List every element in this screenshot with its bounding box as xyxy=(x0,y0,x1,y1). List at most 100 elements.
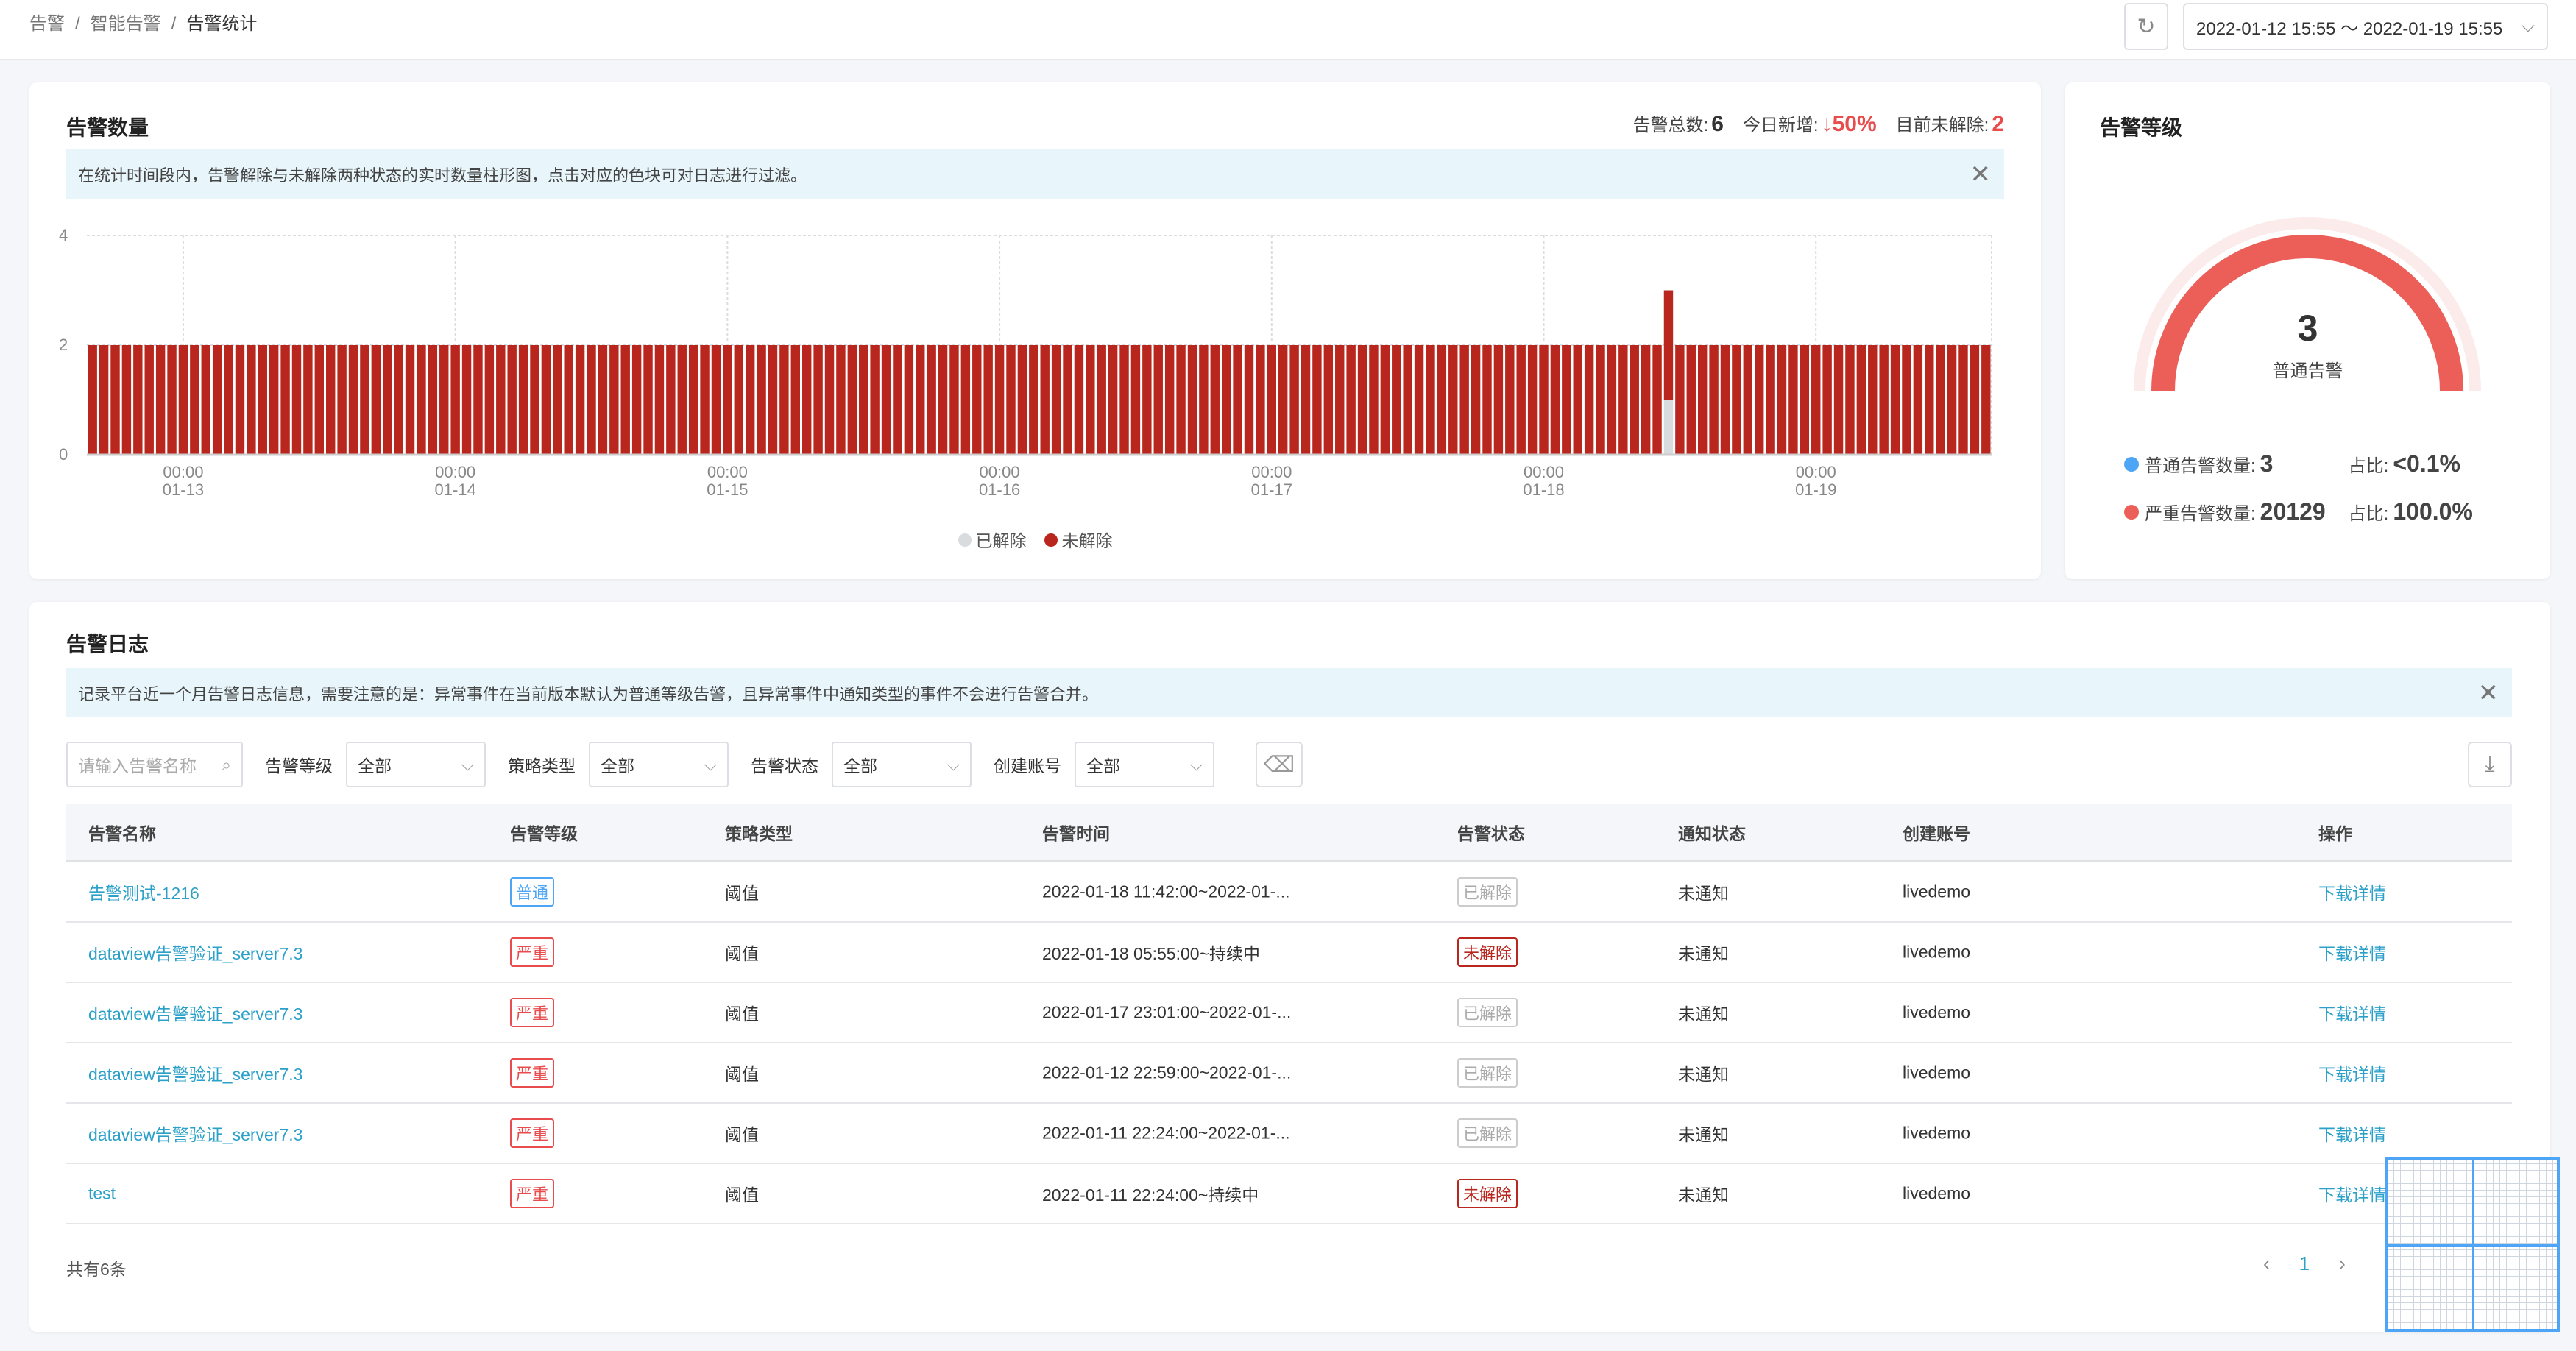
bar-unresolved[interactable] xyxy=(1426,345,1435,455)
bar-unresolved[interactable] xyxy=(110,345,120,455)
bar-unresolved[interactable] xyxy=(155,345,166,455)
bar-unresolved[interactable] xyxy=(1164,345,1175,455)
bar-unresolved[interactable] xyxy=(1833,345,1844,455)
bar-unresolved[interactable] xyxy=(1856,345,1866,455)
bar-unresolved[interactable] xyxy=(654,345,665,455)
bar-unresolved[interactable] xyxy=(1029,345,1038,455)
bar-unresolved[interactable] xyxy=(1527,345,1538,455)
bar-unresolved[interactable] xyxy=(1414,345,1424,455)
breadcrumb-item[interactable]: 智能告警 xyxy=(91,13,161,35)
bar-unresolved[interactable] xyxy=(484,345,495,455)
bar-unresolved[interactable] xyxy=(1970,345,1980,455)
bar-unresolved[interactable] xyxy=(1562,345,1571,455)
bar-unresolved[interactable] xyxy=(1335,345,1345,455)
bar-unresolved[interactable] xyxy=(1346,345,1356,455)
bar-unresolved[interactable] xyxy=(757,345,766,455)
bar-unresolved[interactable] xyxy=(496,345,506,455)
bar-unresolved[interactable] xyxy=(1607,345,1617,455)
bar-unresolved[interactable] xyxy=(1097,345,1106,455)
bar-unresolved[interactable] xyxy=(859,345,868,455)
bar-unresolved[interactable] xyxy=(1811,345,1821,455)
bar-unresolved[interactable] xyxy=(1142,345,1152,455)
bar-unresolved[interactable] xyxy=(1958,345,1968,455)
bar-unresolved[interactable] xyxy=(1641,345,1651,455)
bar-unresolved[interactable] xyxy=(802,345,812,455)
bar-unresolved[interactable] xyxy=(1630,345,1639,455)
bar-unresolved[interactable] xyxy=(1267,345,1276,455)
bar-unresolved[interactable] xyxy=(1947,345,1957,455)
bar-unresolved[interactable] xyxy=(745,345,755,455)
bar-unresolved[interactable] xyxy=(1981,345,1991,455)
bar-unresolved[interactable] xyxy=(405,345,415,455)
bar-resolved[interactable] xyxy=(1663,400,1674,455)
bar-unresolved[interactable] xyxy=(394,345,403,455)
bar-unresolved[interactable] xyxy=(553,345,562,455)
bar-unresolved[interactable] xyxy=(417,345,426,455)
bar-unresolved[interactable] xyxy=(666,345,676,455)
bar-unresolved[interactable] xyxy=(677,345,687,455)
bar-unresolved[interactable] xyxy=(1800,345,1810,455)
bar-unresolved[interactable] xyxy=(247,345,256,455)
bar-unresolved[interactable] xyxy=(507,345,517,455)
bar-unresolved[interactable] xyxy=(1539,345,1549,455)
bar-unresolved[interactable] xyxy=(326,345,336,455)
bar-unresolved[interactable] xyxy=(1482,345,1492,455)
alert-name-link[interactable]: dataview告警验证_server7.3 xyxy=(88,1060,302,1085)
bar-unresolved[interactable] xyxy=(1040,345,1050,455)
bar-unresolved[interactable] xyxy=(1289,345,1299,455)
bar-unresolved[interactable] xyxy=(972,345,982,455)
bar-unresolved[interactable] xyxy=(1176,345,1186,455)
bar-unresolved[interactable] xyxy=(1380,345,1390,455)
bar-unresolved[interactable] xyxy=(461,345,472,455)
bar-unresolved[interactable] xyxy=(1573,345,1582,455)
bar-unresolved[interactable] xyxy=(212,345,222,455)
bar-unresolved[interactable] xyxy=(1697,345,1708,455)
bar-unresolved[interactable] xyxy=(1278,345,1288,455)
bar-unresolved[interactable] xyxy=(881,345,891,455)
bar-unresolved[interactable] xyxy=(893,345,902,455)
bar-unresolved[interactable] xyxy=(813,345,823,455)
bar-unresolved[interactable] xyxy=(1652,345,1662,455)
bar-unresolved[interactable] xyxy=(121,345,132,455)
bar-unresolved[interactable] xyxy=(1233,345,1242,455)
bar-unresolved[interactable] xyxy=(1913,345,1923,455)
bar-unresolved[interactable] xyxy=(269,345,279,455)
bar-unresolved[interactable] xyxy=(530,345,539,455)
bar-unresolved[interactable] xyxy=(1074,345,1084,455)
bar-unresolved[interactable] xyxy=(916,345,925,455)
bar-unresolved[interactable] xyxy=(439,345,449,455)
bar-unresolved[interactable] xyxy=(1879,345,1889,455)
bar-unresolved[interactable] xyxy=(190,345,199,455)
bar-unresolved[interactable] xyxy=(280,345,290,455)
bar-unresolved[interactable] xyxy=(1822,345,1832,455)
bar-unresolved[interactable] xyxy=(994,345,1005,455)
alert-name-link[interactable]: dataview告警验证_server7.3 xyxy=(88,940,302,965)
bar-unresolved[interactable] xyxy=(1766,345,1775,455)
legend-item-resolved[interactable]: 已解除 xyxy=(958,527,1027,552)
bar-unresolved[interactable] xyxy=(1663,290,1674,400)
download-detail-link[interactable]: 下载详情 xyxy=(2318,1181,2386,1206)
bar-unresolved[interactable] xyxy=(428,345,438,455)
bar-unresolved[interactable] xyxy=(1323,345,1334,455)
bar-unresolved[interactable] xyxy=(383,345,392,455)
next-page-icon[interactable]: › xyxy=(2339,1252,2346,1275)
download-button[interactable]: ⤓ xyxy=(2468,742,2512,787)
bar-unresolved[interactable] xyxy=(983,345,993,455)
bar-unresolved[interactable] xyxy=(1788,345,1798,455)
download-detail-link[interactable]: 下载详情 xyxy=(2318,1000,2386,1025)
bar-unresolved[interactable] xyxy=(643,345,653,455)
bar-unresolved[interactable] xyxy=(768,345,778,455)
bar-unresolved[interactable] xyxy=(711,345,721,455)
bar-unresolved[interactable] xyxy=(348,345,358,455)
bar-unresolved[interactable] xyxy=(450,345,460,455)
bar-unresolved[interactable] xyxy=(723,345,732,455)
bar-unresolved[interactable] xyxy=(1720,345,1730,455)
bar-unresolved[interactable] xyxy=(1471,345,1481,455)
close-icon[interactable]: ✕ xyxy=(1970,160,1992,189)
bar-unresolved[interactable] xyxy=(1709,345,1719,455)
bar-unresolved[interactable] xyxy=(870,345,880,455)
bar-unresolved[interactable] xyxy=(1459,345,1469,455)
bar-unresolved[interactable] xyxy=(779,345,789,455)
close-icon[interactable]: ✕ xyxy=(2478,678,2499,708)
page-number[interactable]: 1 xyxy=(2299,1252,2310,1275)
